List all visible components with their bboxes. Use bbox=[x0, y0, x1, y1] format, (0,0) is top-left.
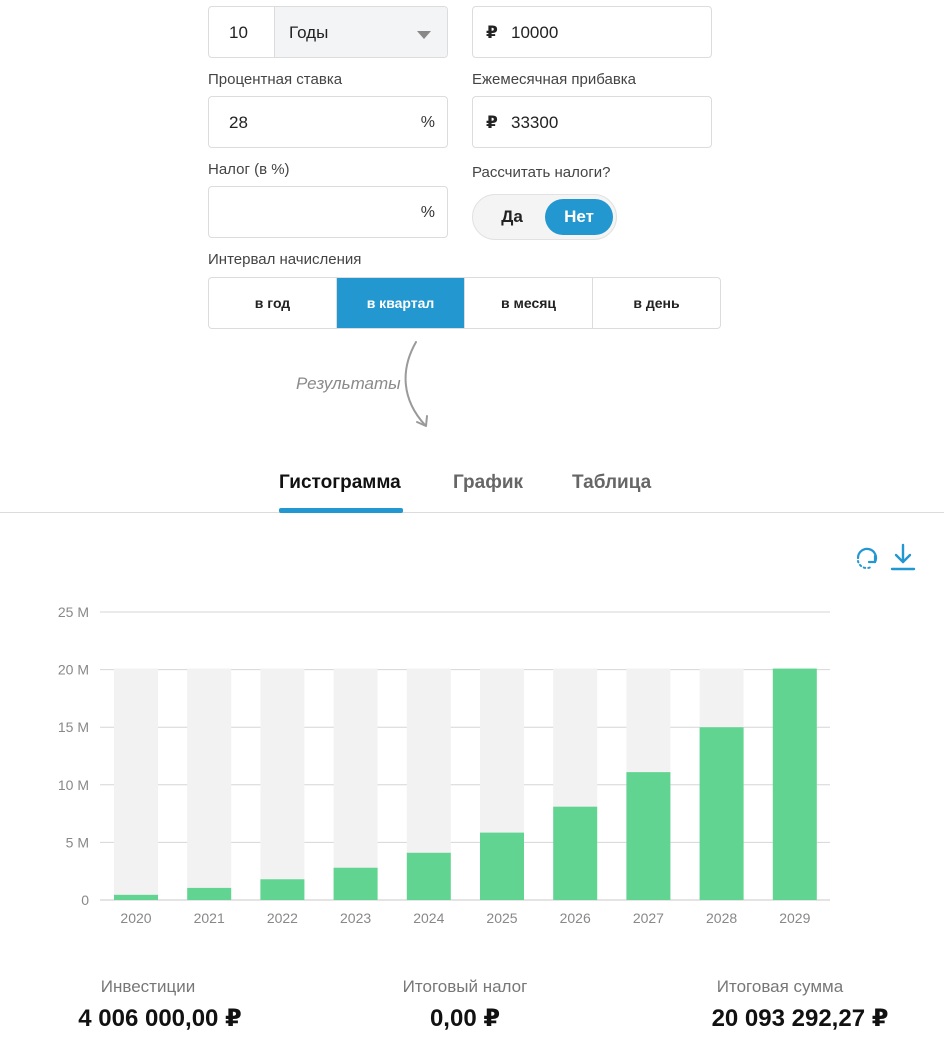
y-tick-label: 25 M bbox=[58, 604, 89, 620]
refresh-icon[interactable] bbox=[853, 543, 881, 571]
bar bbox=[699, 727, 744, 900]
percent-suffix: % bbox=[420, 114, 435, 131]
bar bbox=[480, 832, 524, 900]
initial-amount-input[interactable]: ₽ 10000 bbox=[472, 6, 712, 58]
bar bbox=[553, 806, 598, 900]
years-unit-select[interactable]: Годы bbox=[275, 7, 447, 57]
investments-value: 4 006 000,00 ₽ bbox=[78, 1005, 242, 1032]
x-tick-label: 2024 bbox=[413, 910, 444, 926]
total-tax-value: 0,00 ₽ bbox=[429, 1005, 501, 1032]
rate-input[interactable]: 28 % bbox=[208, 96, 448, 148]
y-tick-label: 15 M bbox=[58, 719, 89, 735]
toggle-no[interactable]: Нет bbox=[545, 199, 613, 235]
x-tick-label: 2022 bbox=[267, 910, 298, 926]
interval-day[interactable]: в день bbox=[593, 278, 720, 328]
bar-background bbox=[114, 668, 158, 900]
bar bbox=[772, 668, 817, 900]
years-input[interactable]: 10 bbox=[209, 7, 275, 57]
y-tick-label: 0 bbox=[81, 892, 89, 908]
curved-arrow-icon bbox=[404, 341, 428, 427]
bar bbox=[626, 772, 671, 900]
total-sum-value: 20 093 292,27 ₽ bbox=[711, 1005, 889, 1032]
caret-down-icon bbox=[417, 31, 431, 39]
y-tick-label: 20 M bbox=[58, 662, 89, 678]
years-unit-value: Годы bbox=[289, 23, 329, 42]
tax-input[interactable]: % bbox=[208, 186, 448, 238]
interval-selector[interactable]: в год в квартал в месяц в день bbox=[208, 277, 721, 329]
bar bbox=[187, 887, 232, 900]
x-tick-label: 2029 bbox=[779, 910, 810, 926]
x-tick-label: 2027 bbox=[633, 910, 664, 926]
ruble-icon: ₽ bbox=[486, 113, 498, 132]
bar-background bbox=[187, 668, 232, 900]
investments-label: Инвестиции bbox=[100, 977, 196, 996]
tab-histogram[interactable]: Гистограмма bbox=[279, 472, 401, 494]
result-tabs: Гистограмма График Таблица bbox=[0, 460, 944, 513]
bar-background bbox=[333, 668, 378, 900]
total-tax-label: Итоговый налог bbox=[402, 977, 528, 996]
x-tick-label: 2023 bbox=[340, 910, 371, 926]
years-value: 10 bbox=[229, 23, 248, 42]
interval-quarter[interactable]: в квартал bbox=[337, 278, 465, 328]
tab-graph[interactable]: График bbox=[453, 472, 523, 494]
y-tick-label: 10 M bbox=[58, 777, 89, 793]
x-tick-label: 2020 bbox=[120, 910, 151, 926]
y-tick-label: 5 M bbox=[66, 834, 89, 850]
interval-month[interactable]: в месяц bbox=[465, 278, 593, 328]
calc-tax-toggle[interactable]: Да Нет bbox=[472, 194, 617, 240]
bar bbox=[114, 894, 158, 900]
calc-tax-label: Рассчитать налоги? bbox=[472, 164, 611, 181]
download-icon[interactable] bbox=[889, 542, 917, 572]
bar-background bbox=[260, 668, 305, 900]
x-tick-label: 2025 bbox=[486, 910, 517, 926]
percent-suffix: % bbox=[420, 204, 435, 221]
bar bbox=[333, 867, 378, 900]
ruble-icon: ₽ bbox=[486, 23, 498, 42]
total-sum-label: Итоговая сумма bbox=[716, 977, 844, 996]
results-label: Результаты bbox=[296, 374, 401, 393]
bar bbox=[260, 879, 305, 900]
x-tick-label: 2028 bbox=[706, 910, 737, 926]
toggle-yes[interactable]: Да bbox=[477, 199, 547, 235]
years-field[interactable]: 10 Годы bbox=[208, 6, 448, 58]
monthly-input[interactable]: ₽ 33300 bbox=[472, 96, 712, 148]
x-tick-label: 2026 bbox=[560, 910, 591, 926]
active-tab-indicator bbox=[279, 508, 403, 513]
tax-label: Налог (в %) bbox=[208, 161, 290, 178]
x-tick-label: 2021 bbox=[194, 910, 225, 926]
interval-label: Интервал начисления bbox=[208, 251, 362, 268]
monthly-label: Ежемесячная прибавка bbox=[472, 71, 637, 88]
bar bbox=[406, 852, 451, 900]
rate-label: Процентная ставка bbox=[208, 71, 343, 88]
monthly-value: 33300 bbox=[511, 113, 559, 132]
interval-year[interactable]: в год bbox=[209, 278, 337, 328]
tab-table[interactable]: Таблица bbox=[572, 472, 651, 494]
rate-value: 28 bbox=[229, 113, 248, 132]
initial-amount-value: 10000 bbox=[511, 23, 559, 42]
histogram-chart: 0 5 M 10 M 15 M 20 M 25 M 2020 2021 2022 2023 2024… bbox=[58, 604, 830, 926]
